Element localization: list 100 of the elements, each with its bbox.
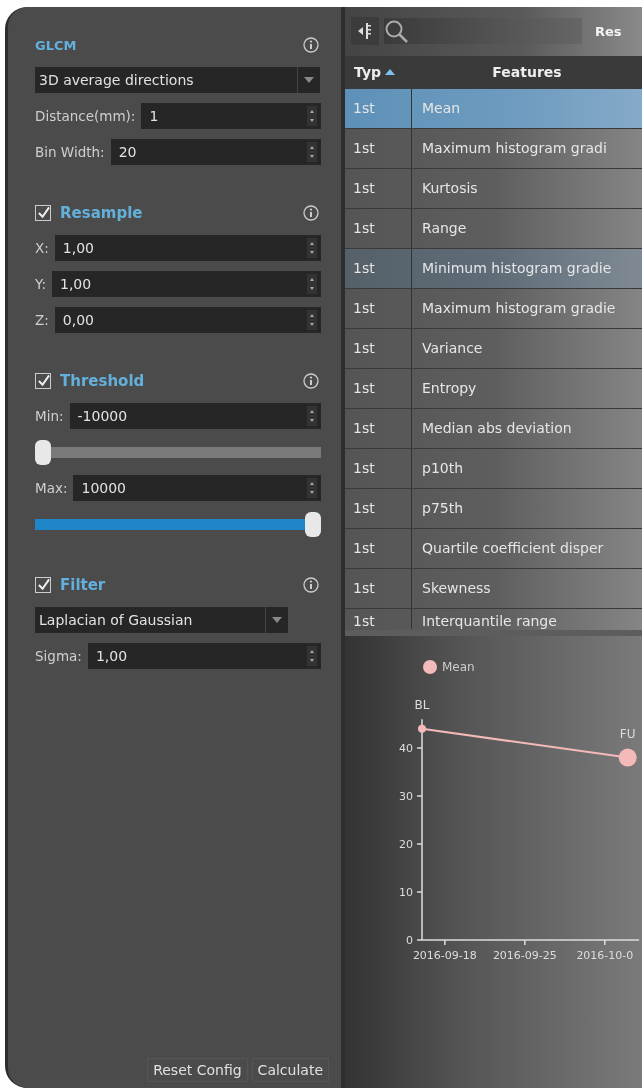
column-header[interactable]: Typ xyxy=(354,64,382,81)
table-cell: Interquantile range xyxy=(422,612,557,629)
table-cell: Entropy xyxy=(422,380,477,397)
table-cell: 1st xyxy=(353,220,375,237)
table-cell: Minimum histogram gradie xyxy=(422,260,612,277)
section-title: Resample xyxy=(60,204,144,222)
stepper-arrows-icon[interactable] xyxy=(307,238,317,258)
spin-field[interactable]: 1,00 xyxy=(87,643,321,669)
reset-button[interactable]: Res xyxy=(587,23,622,39)
field-label: Bin Width: xyxy=(35,144,105,160)
spin-field[interactable]: 20 xyxy=(110,139,321,165)
slider[interactable] xyxy=(35,511,321,537)
table-cell: p75th xyxy=(422,500,464,517)
checkbox[interactable] xyxy=(35,205,51,221)
y-tick-label: 30 xyxy=(399,790,413,803)
stepper-arrows-icon[interactable] xyxy=(307,646,317,666)
table-row[interactable]: 1st Maximum histogram gradi xyxy=(345,128,642,169)
table-row[interactable]: 1st Range xyxy=(345,208,642,249)
stepper-arrows-icon[interactable] xyxy=(307,142,317,162)
panel-toggle-button[interactable] xyxy=(351,17,379,46)
field-label: Distance(mm): xyxy=(35,108,136,124)
table-cell: 1st xyxy=(353,420,375,437)
table-cell: 1st xyxy=(353,500,375,517)
checkbox[interactable] xyxy=(35,373,51,389)
action-button[interactable]: Calculate xyxy=(251,1058,329,1082)
y-tick-label: 10 xyxy=(399,886,413,899)
spin-field[interactable]: 10000 xyxy=(73,475,321,501)
table-row[interactable]: 1st Quartile coefficient disper xyxy=(345,528,642,569)
table-cell: 1st xyxy=(353,612,375,629)
dropdown[interactable]: Laplacian of Gaussian xyxy=(35,607,288,633)
table-cell: p10th xyxy=(422,460,464,477)
info-icon[interactable] xyxy=(303,577,319,593)
spin-field[interactable]: 0,00 xyxy=(54,307,321,333)
info-icon[interactable] xyxy=(303,37,319,53)
chart-legend[interactable]: Mean xyxy=(423,660,475,674)
point-label: FU xyxy=(619,726,636,741)
search-field[interactable] xyxy=(384,18,582,45)
stepper-arrows-icon[interactable] xyxy=(307,274,317,294)
table-cell: 1st xyxy=(353,300,375,317)
data-point[interactable] xyxy=(418,724,426,733)
table-cell: 1st xyxy=(353,100,375,117)
slider-handle[interactable] xyxy=(305,511,321,537)
caret-icon xyxy=(304,77,314,83)
info-icon[interactable] xyxy=(303,205,319,221)
section-title: Threshold xyxy=(60,372,146,390)
table-cell: Kurtosis xyxy=(422,180,478,197)
table-cell: 1st xyxy=(353,180,375,197)
stepper-arrows-icon[interactable] xyxy=(307,310,317,330)
table-row[interactable]: 1st Skewness xyxy=(345,568,642,609)
table-cell: Quartile coefficient disper xyxy=(422,540,604,557)
table-row[interactable]: 1st Minimum histogram gradie xyxy=(345,248,642,289)
x-tick-label: 2016-09-25 xyxy=(492,949,557,962)
section-title: GLCM xyxy=(35,37,78,53)
spin-field[interactable]: 1 xyxy=(141,103,321,129)
table-row[interactable]: 1st Entropy xyxy=(345,368,642,409)
y-tick-label: 0 xyxy=(406,934,413,947)
field-label: Sigma: xyxy=(35,648,82,664)
table-row[interactable]: 1st p75th xyxy=(345,488,642,529)
spin-field[interactable]: 1,00 xyxy=(52,271,321,297)
dropdown[interactable]: 3D average directions xyxy=(35,67,320,93)
table-cell: 1st xyxy=(353,580,375,597)
field-label: Y: xyxy=(35,276,46,292)
spin-field[interactable]: 1,00 xyxy=(54,235,321,261)
field-label: Max: xyxy=(35,480,68,496)
table-cell: 1st xyxy=(353,340,375,357)
x-tick-label: 2016-10-0 xyxy=(576,949,634,962)
table-cell: 1st xyxy=(353,140,375,157)
caret-icon xyxy=(272,617,282,623)
stepper-arrows-icon[interactable] xyxy=(307,106,317,126)
table-row[interactable]: 1st Median abs deviation xyxy=(345,408,642,449)
table-cell: Range xyxy=(422,220,467,237)
table-cell: 1st xyxy=(353,540,375,557)
slider[interactable] xyxy=(35,439,321,465)
table-cell: 1st xyxy=(353,460,375,477)
field-label: X: xyxy=(35,240,49,256)
table-cell: 1st xyxy=(353,380,375,397)
legend-label: Mean xyxy=(442,660,475,674)
section-title: Filter xyxy=(60,576,107,594)
stepper-arrows-icon[interactable] xyxy=(307,406,317,426)
table-row[interactable]: 1st Maximum histogram gradie xyxy=(345,288,642,329)
column-header[interactable]: Features xyxy=(492,64,562,81)
y-tick-label: 40 xyxy=(399,742,413,755)
table-row[interactable]: 1st p10th xyxy=(345,448,642,489)
field-label: Min: xyxy=(35,408,64,424)
y-tick-label: 20 xyxy=(399,838,413,851)
arrow-ruler-icon xyxy=(357,22,373,41)
stepper-arrows-icon[interactable] xyxy=(307,478,317,498)
table-row[interactable]: 1st Kurtosis xyxy=(345,168,642,209)
point-label: BL xyxy=(414,697,430,712)
info-icon[interactable] xyxy=(303,373,319,389)
checkbox[interactable] xyxy=(35,577,51,593)
action-button[interactable]: Reset Config xyxy=(147,1058,248,1082)
field-label: Z: xyxy=(35,312,49,328)
table-row[interactable]: 1st Variance xyxy=(345,328,642,369)
table-cell: Median abs deviation xyxy=(422,420,572,437)
data-point[interactable] xyxy=(618,748,637,767)
slider-handle[interactable] xyxy=(35,439,51,465)
x-tick-label: 2016-09-18 xyxy=(412,949,477,962)
spin-field[interactable]: -10000 xyxy=(69,403,321,429)
table-cell: Skewness xyxy=(422,580,491,597)
